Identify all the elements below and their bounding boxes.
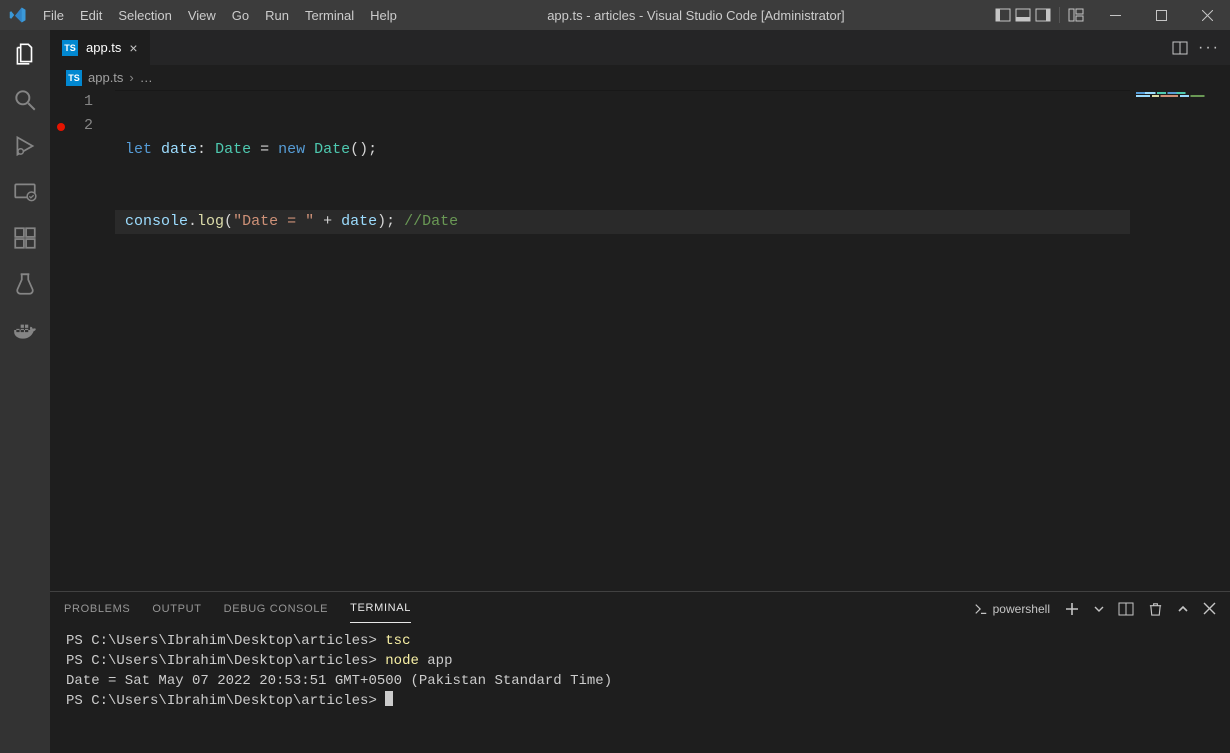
workbench: TS app.ts × ··· TS app.ts › … 1 2 let da… xyxy=(0,30,1230,753)
gutter: 1 2 xyxy=(50,90,115,591)
terminal-actions: powershell xyxy=(974,601,1216,617)
kill-terminal-icon[interactable] xyxy=(1148,601,1163,616)
terminal-prompt-icon xyxy=(974,602,988,616)
split-editor-icon[interactable] xyxy=(1172,40,1188,56)
menu-terminal[interactable]: Terminal xyxy=(297,0,362,30)
docker-icon[interactable] xyxy=(11,316,39,344)
testing-icon[interactable] xyxy=(11,270,39,298)
menubar: File Edit Selection View Go Run Terminal… xyxy=(35,0,405,30)
menu-edit[interactable]: Edit xyxy=(72,0,110,30)
tab-close-icon[interactable]: × xyxy=(129,40,137,56)
panel-tabs: PROBLEMS OUTPUT DEBUG CONSOLE TERMINAL p… xyxy=(50,592,1230,625)
breadcrumb-file: app.ts xyxy=(88,70,123,85)
breakpoint-icon[interactable] xyxy=(57,123,65,131)
more-actions-icon[interactable]: ··· xyxy=(1198,39,1220,57)
maximize-button[interactable] xyxy=(1138,0,1184,30)
typescript-file-icon: TS xyxy=(66,70,82,86)
search-icon[interactable] xyxy=(11,86,39,114)
chevron-right-icon: › xyxy=(129,70,133,85)
terminal-shell-selector[interactable]: powershell xyxy=(974,602,1050,616)
window-title: app.ts - articles - Visual Studio Code [… xyxy=(405,8,987,23)
breadcrumb[interactable]: TS app.ts › … xyxy=(50,65,1230,90)
minimize-button[interactable] xyxy=(1092,0,1138,30)
toggle-primary-sidebar-icon[interactable] xyxy=(995,7,1011,23)
menu-run[interactable]: Run xyxy=(257,0,297,30)
line-number: 1 xyxy=(50,90,93,114)
run-debug-icon[interactable] xyxy=(11,132,39,160)
code-editor[interactable]: 1 2 let date: Date = new Date(); console… xyxy=(50,90,1230,591)
bottom-panel: PROBLEMS OUTPUT DEBUG CONSOLE TERMINAL p… xyxy=(50,591,1230,753)
titlebar: File Edit Selection View Go Run Terminal… xyxy=(0,0,1230,30)
editor-actions: ··· xyxy=(1172,30,1230,65)
layout-controls xyxy=(987,7,1092,23)
line-number: 2 xyxy=(50,114,93,138)
toggle-secondary-sidebar-icon[interactable] xyxy=(1035,7,1051,23)
customize-layout-icon[interactable] xyxy=(1068,7,1084,23)
split-terminal-chevron-icon[interactable] xyxy=(1094,604,1104,614)
shell-name: powershell xyxy=(993,602,1050,616)
terminal-cursor xyxy=(385,691,393,706)
menu-view[interactable]: View xyxy=(180,0,224,30)
extensions-icon[interactable] xyxy=(11,224,39,252)
maximize-panel-chevron-icon[interactable] xyxy=(1177,603,1189,615)
typescript-file-icon: TS xyxy=(62,40,78,56)
explorer-icon[interactable] xyxy=(11,40,39,68)
split-terminal-icon[interactable] xyxy=(1118,601,1134,617)
breadcrumb-tail: … xyxy=(140,70,153,85)
menu-file[interactable]: File xyxy=(35,0,72,30)
close-panel-icon[interactable] xyxy=(1203,602,1216,615)
code-content[interactable]: let date: Date = new Date(); console.log… xyxy=(115,90,1230,591)
divider xyxy=(1059,7,1060,23)
tab-label: app.ts xyxy=(86,40,121,55)
panel-tab-terminal[interactable]: TERMINAL xyxy=(350,594,411,623)
terminal-body[interactable]: PS C:\Users\Ibrahim\Desktop\articles> ts… xyxy=(50,625,1230,753)
window-controls xyxy=(1092,0,1230,30)
menu-go[interactable]: Go xyxy=(224,0,257,30)
activity-bar xyxy=(0,30,50,753)
menu-selection[interactable]: Selection xyxy=(110,0,179,30)
menu-help[interactable]: Help xyxy=(362,0,405,30)
panel-tab-debug-console[interactable]: DEBUG CONSOLE xyxy=(224,595,329,623)
close-button[interactable] xyxy=(1184,0,1230,30)
toggle-panel-icon[interactable] xyxy=(1015,7,1031,23)
tab-app-ts[interactable]: TS app.ts × xyxy=(50,30,151,65)
panel-tab-output[interactable]: OUTPUT xyxy=(152,595,201,623)
remote-explorer-icon[interactable] xyxy=(11,178,39,206)
tabbar: TS app.ts × ··· xyxy=(50,30,1230,65)
minimap[interactable] xyxy=(1130,90,1230,591)
panel-tab-problems[interactable]: PROBLEMS xyxy=(64,595,130,623)
new-terminal-icon[interactable] xyxy=(1064,601,1080,617)
editor-group: TS app.ts × ··· TS app.ts › … 1 2 let da… xyxy=(50,30,1230,753)
vscode-logo-icon xyxy=(0,6,35,24)
